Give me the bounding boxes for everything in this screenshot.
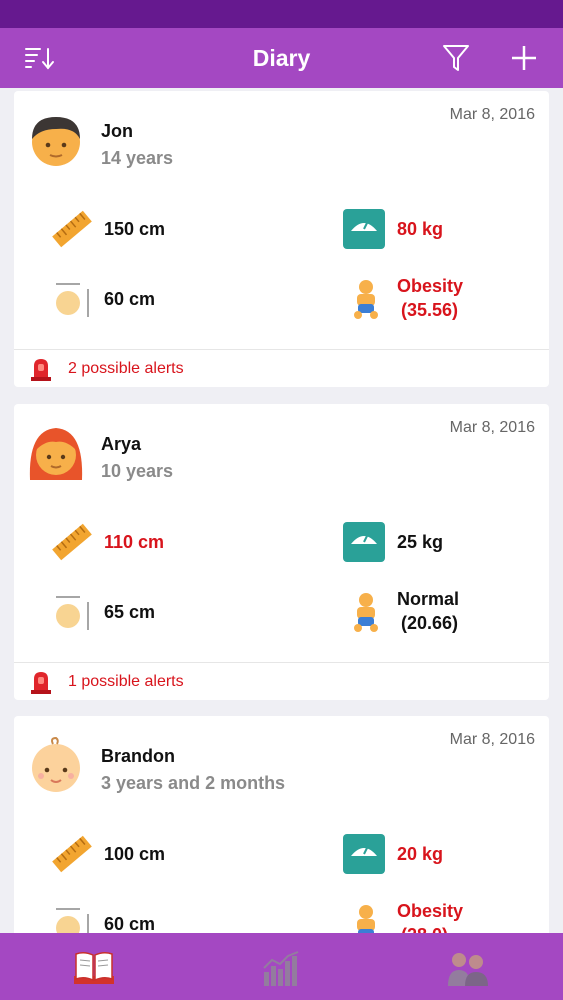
head-value: 60 cm bbox=[104, 914, 156, 933]
bmi-label: Obesity bbox=[397, 901, 464, 921]
siren-icon bbox=[31, 359, 51, 381]
child-name: Brandon bbox=[101, 746, 175, 766]
bmi-status: Obesity (28.0) bbox=[397, 899, 463, 933]
weight-value: 20 kg bbox=[397, 844, 444, 864]
diary-tab-book-icon[interactable] bbox=[72, 946, 116, 990]
bmi-value: (35.56) bbox=[401, 300, 459, 320]
bmi-label: Normal bbox=[397, 589, 460, 609]
diary-card[interactable]: Mar 8, 2016 Arya 10 years 110 cm 25 kg 6… bbox=[14, 404, 549, 700]
entry-date: Mar 8, 2016 bbox=[449, 419, 535, 436]
entry-date: Mar 8, 2016 bbox=[449, 106, 535, 123]
alerts-text: 1 possible alerts bbox=[68, 673, 184, 690]
ruler-icon bbox=[52, 835, 92, 873]
siren-icon bbox=[31, 672, 51, 694]
scale-icon bbox=[343, 834, 385, 874]
scale-icon bbox=[343, 209, 385, 249]
bmi-label: Obesity bbox=[397, 276, 464, 296]
charts-tab-bar-chart-icon[interactable] bbox=[260, 946, 304, 990]
add-button[interactable] bbox=[504, 40, 544, 76]
child-age: 14 years bbox=[101, 148, 174, 168]
head-circumference-icon bbox=[56, 283, 89, 317]
weight-value: 25 kg bbox=[397, 532, 444, 552]
alerts-row[interactable]: 1 possible alerts bbox=[14, 662, 549, 701]
baby-icon bbox=[32, 736, 80, 792]
bmi-status: Obesity (35.56) bbox=[397, 274, 463, 322]
diary-list: Mar 8, 2016 Jon 14 years 150 cm 80 kg 60… bbox=[0, 88, 563, 933]
ruler-icon bbox=[52, 210, 92, 248]
child-age: 10 years bbox=[101, 461, 174, 481]
diary-card[interactable]: Mar 8, 2016 Brandon 3 years and 2 months… bbox=[14, 716, 549, 933]
child-name: Jon bbox=[101, 121, 134, 141]
status-bar bbox=[0, 0, 563, 28]
girl-red-hair-icon bbox=[29, 428, 83, 480]
child-age: 3 years and 2 months bbox=[101, 773, 286, 793]
bmi-value: (28.0) bbox=[397, 923, 463, 933]
baby-bmi-icon bbox=[354, 593, 378, 632]
head-circumference-icon bbox=[56, 908, 89, 933]
ruler-icon bbox=[52, 523, 92, 561]
entry-date: Mar 8, 2016 bbox=[449, 731, 535, 748]
nav-bar: Diary bbox=[0, 28, 563, 88]
bmi-value: (20.66) bbox=[401, 613, 459, 633]
alerts-row[interactable]: 2 possible alerts bbox=[14, 349, 549, 388]
filter-icon bbox=[443, 45, 469, 71]
sort-icon bbox=[25, 48, 54, 70]
head-circumference-icon bbox=[56, 596, 89, 630]
bmi-status: Normal (20.66) bbox=[397, 587, 459, 635]
baby-bmi-icon bbox=[354, 280, 378, 319]
child-name: Arya bbox=[101, 434, 142, 454]
alerts-text: 2 possible alerts bbox=[68, 360, 184, 377]
plus-icon bbox=[512, 46, 536, 70]
page-title: Diary bbox=[252, 44, 311, 71]
height-value: 110 cm bbox=[104, 532, 165, 552]
sort-button[interactable] bbox=[20, 40, 60, 76]
weight-value: 80 kg bbox=[397, 219, 444, 239]
head-value: 60 cm bbox=[104, 289, 156, 309]
tab-bar bbox=[0, 933, 563, 1000]
diary-card[interactable]: Mar 8, 2016 Jon 14 years 150 cm 80 kg 60… bbox=[14, 91, 549, 387]
family-tab-people-icon[interactable] bbox=[446, 946, 490, 990]
height-value: 150 cm bbox=[104, 219, 166, 239]
boy-dark-hair-icon bbox=[32, 117, 80, 166]
scale-icon bbox=[343, 522, 385, 562]
height-value: 100 cm bbox=[104, 844, 166, 864]
head-value: 65 cm bbox=[104, 602, 156, 622]
baby-bmi-icon bbox=[357, 905, 375, 933]
filter-button[interactable] bbox=[436, 40, 476, 76]
